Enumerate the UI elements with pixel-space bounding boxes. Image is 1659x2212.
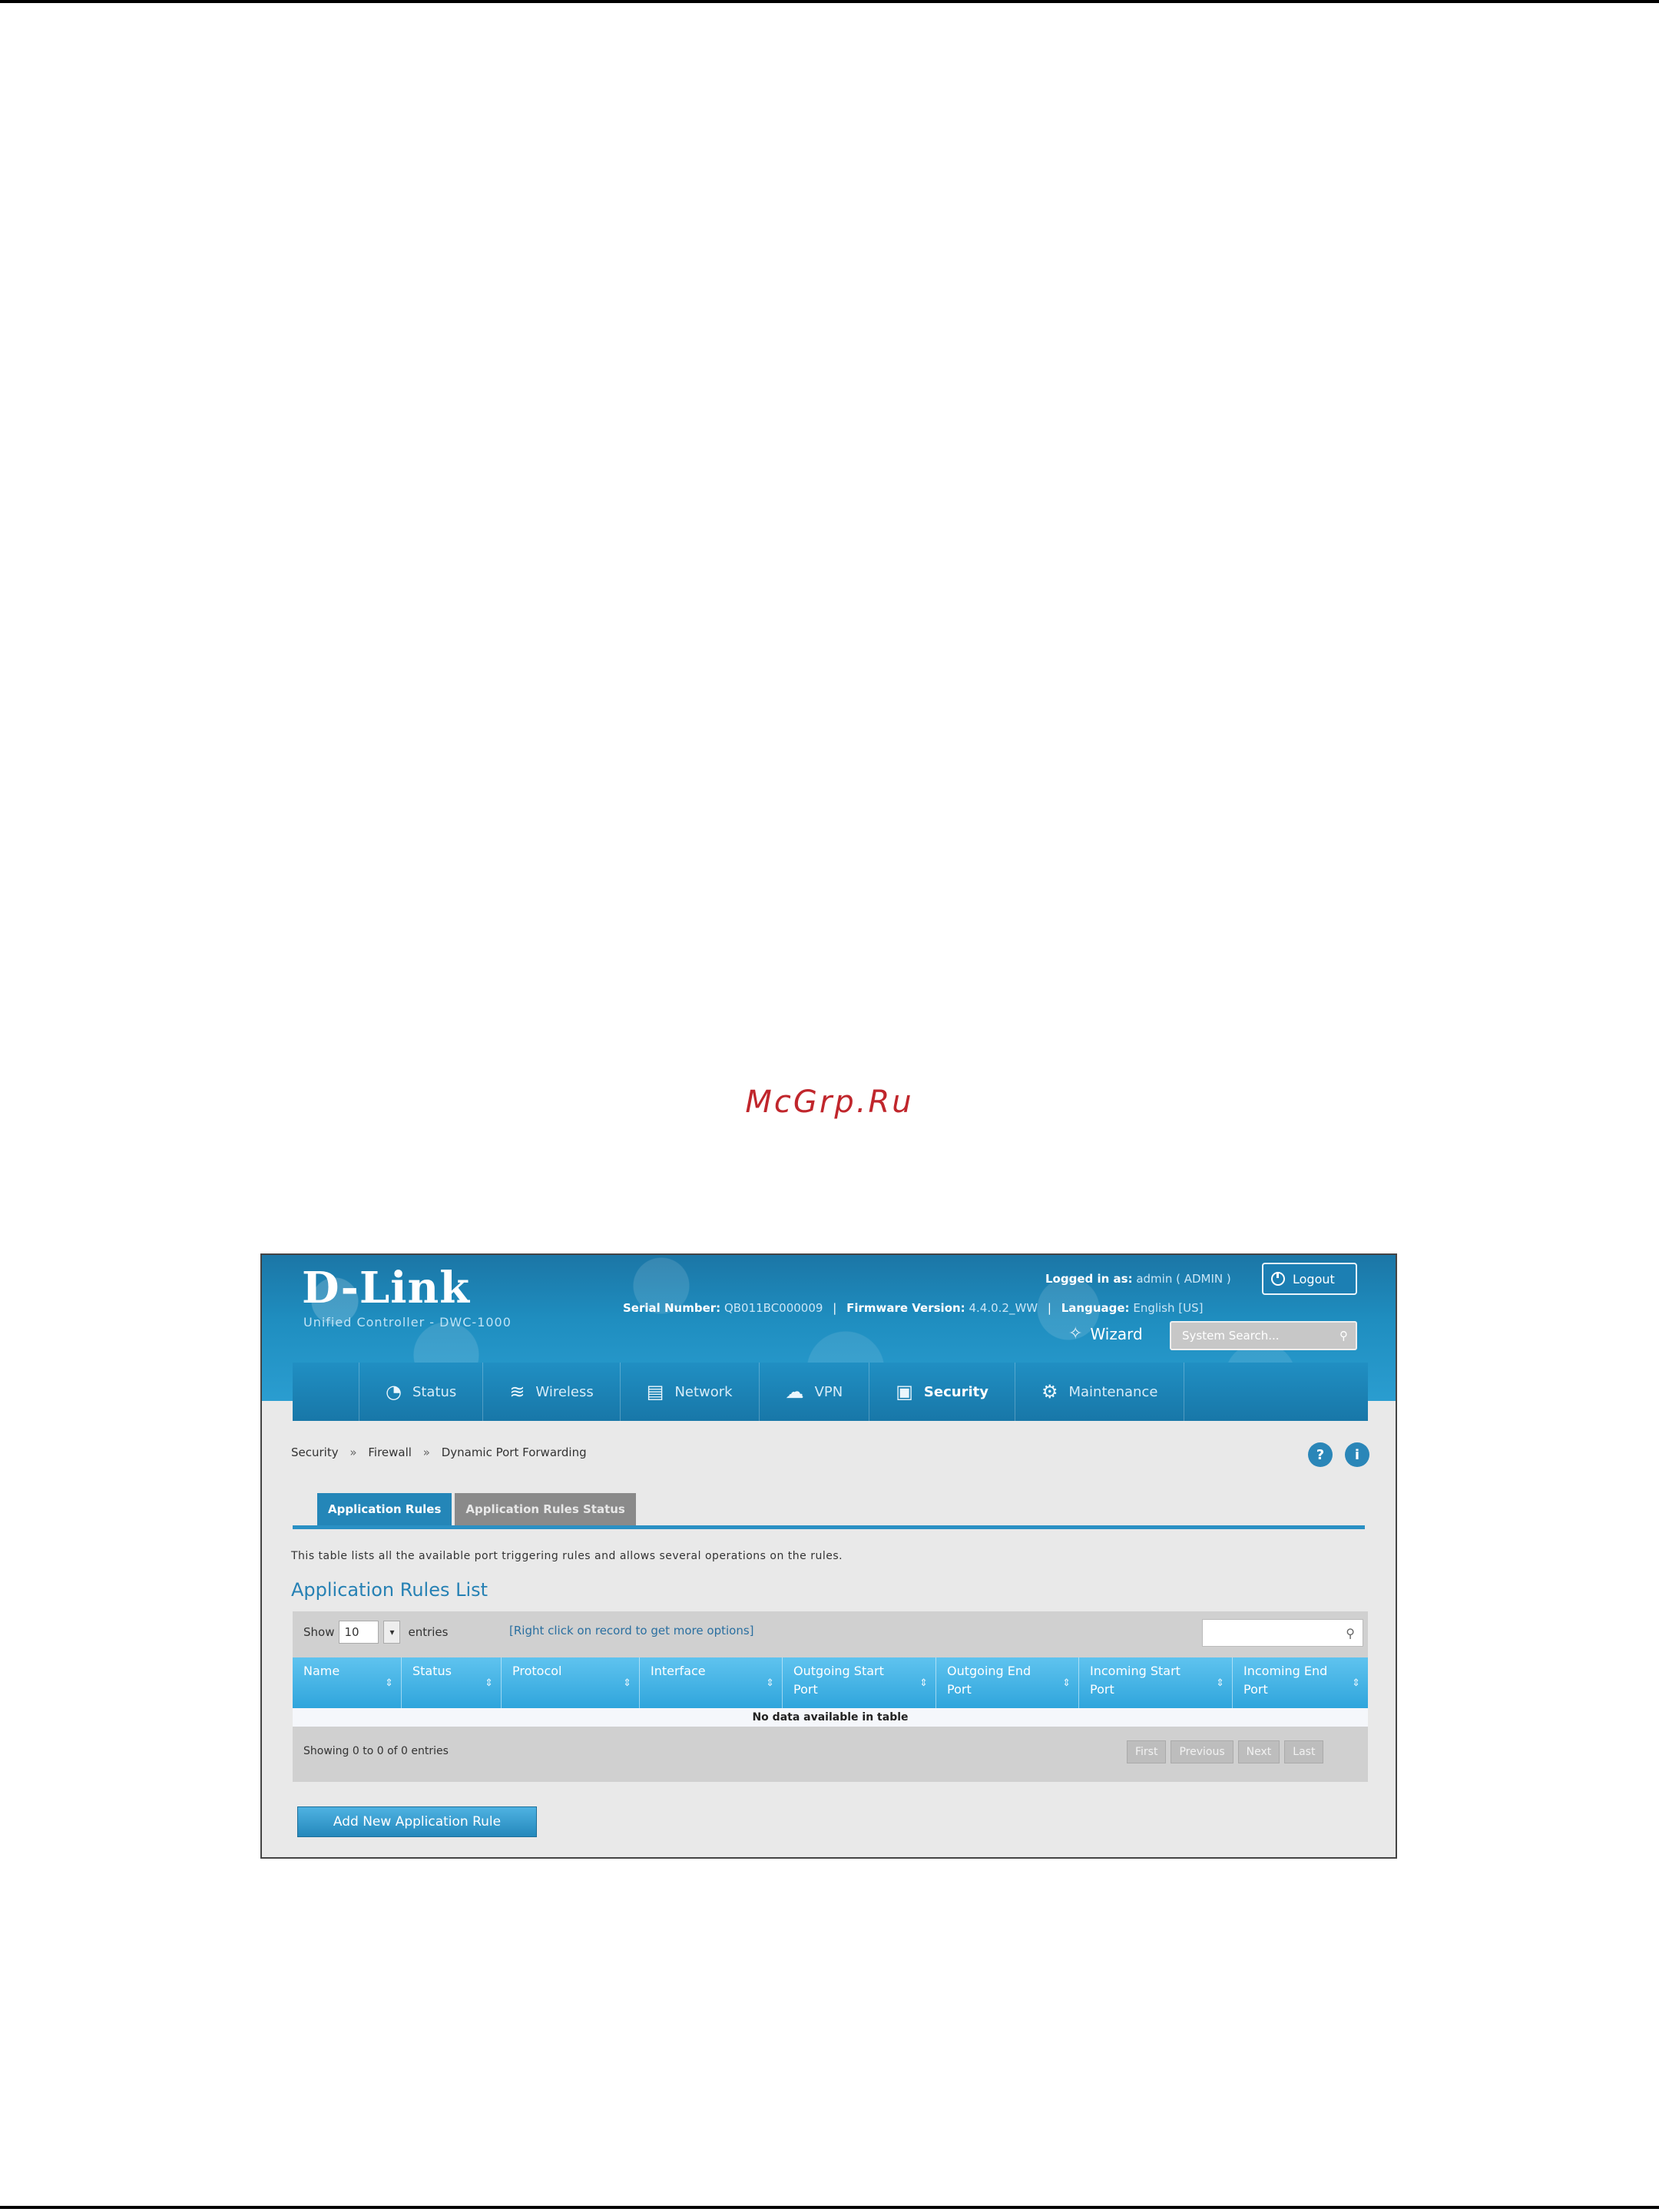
sort-icon: ⇕ bbox=[919, 1677, 928, 1689]
page-length-select[interactable]: 10 bbox=[339, 1621, 379, 1644]
server-icon: ▤ bbox=[646, 1381, 664, 1402]
sort-icon: ⇕ bbox=[485, 1677, 493, 1689]
table-panel: Show 10 ▾ entries [Right click on record… bbox=[293, 1611, 1368, 1782]
watermark: McGrp.Ru bbox=[745, 1084, 914, 1120]
breadcrumb-item[interactable]: Security bbox=[291, 1445, 339, 1459]
table-search-input[interactable]: ⚲ bbox=[1202, 1619, 1363, 1647]
column-header[interactable]: Incoming End Port ⇕ bbox=[1233, 1657, 1368, 1708]
list-title: Application Rules List bbox=[291, 1579, 488, 1601]
help-icon[interactable]: ? bbox=[1308, 1442, 1333, 1467]
sort-icon: ⇕ bbox=[1216, 1677, 1224, 1689]
sort-icon: ⇕ bbox=[385, 1677, 393, 1689]
table-info: Showing 0 to 0 of 0 entries bbox=[303, 1745, 449, 1757]
nav-maintenance[interactable]: ⚙ Maintenance bbox=[1015, 1363, 1185, 1421]
search-icon: ⚲ bbox=[1346, 1625, 1355, 1641]
product-subtitle: Unified Controller - DWC-1000 bbox=[303, 1315, 512, 1330]
column-header[interactable]: Interface ⇕ bbox=[640, 1657, 783, 1708]
firmware-label: Firmware Version: bbox=[846, 1301, 965, 1315]
logged-user[interactable]: admin ( ADMIN ) bbox=[1136, 1272, 1230, 1286]
breadcrumb-item[interactable]: Firewall bbox=[368, 1445, 412, 1459]
nav-wireless[interactable]: ≋ Wireless bbox=[483, 1363, 621, 1421]
nav-status[interactable]: ◔ Status bbox=[359, 1363, 484, 1421]
context-hint: [Right click on record to get more optio… bbox=[509, 1624, 754, 1637]
tab-bar: Application Rules Application Rules Stat… bbox=[317, 1493, 639, 1525]
column-header[interactable]: Incoming Start Port ⇕ bbox=[1079, 1657, 1233, 1708]
nav-network[interactable]: ▤ Network bbox=[621, 1363, 760, 1421]
logo: D-Link bbox=[302, 1263, 471, 1313]
language-label: Language: bbox=[1061, 1301, 1130, 1315]
column-header[interactable]: Outgoing Start Port ⇕ bbox=[783, 1657, 936, 1708]
sort-icon: ⇕ bbox=[1352, 1677, 1360, 1689]
add-application-rule-button[interactable]: Add New Application Rule bbox=[297, 1806, 537, 1837]
firmware-value: 4.4.0.2_WW bbox=[969, 1301, 1038, 1315]
logged-label: Logged in as: bbox=[1045, 1272, 1133, 1286]
bottom-rule bbox=[0, 2206, 1659, 2209]
column-header[interactable]: Name ⇕ bbox=[293, 1657, 402, 1708]
tab-underline bbox=[293, 1525, 1365, 1529]
gauge-icon: ◔ bbox=[386, 1381, 402, 1402]
sort-icon: ⇕ bbox=[1062, 1677, 1071, 1689]
chevron-down-icon[interactable]: ▾ bbox=[383, 1621, 401, 1644]
wand-icon: ✧ bbox=[1068, 1324, 1083, 1343]
serial-label: Serial Number: bbox=[623, 1301, 721, 1315]
screenshot-frame: D-Link Unified Controller - DWC-1000 Log… bbox=[260, 1253, 1397, 1859]
search-icon: ⚲ bbox=[1339, 1329, 1348, 1343]
login-info: Logged in as: admin ( ADMIN ) bbox=[1045, 1272, 1231, 1286]
gears-icon: ⚙ bbox=[1041, 1381, 1058, 1402]
wifi-icon: ≋ bbox=[509, 1381, 525, 1402]
sort-icon: ⇕ bbox=[623, 1677, 631, 1689]
pager-last-button[interactable]: Last bbox=[1284, 1740, 1324, 1763]
nav-vpn[interactable]: ☁ VPN bbox=[760, 1363, 870, 1421]
cloud-icon: ☁ bbox=[785, 1381, 804, 1402]
system-search-input[interactable]: System Search... ⚲ bbox=[1170, 1321, 1357, 1350]
header: D-Link Unified Controller - DWC-1000 Log… bbox=[262, 1255, 1396, 1421]
pager-previous-button[interactable]: Previous bbox=[1171, 1740, 1233, 1763]
wizard-label: Wizard bbox=[1090, 1324, 1143, 1343]
column-header[interactable]: Status ⇕ bbox=[402, 1657, 502, 1708]
logout-button[interactable]: Logout bbox=[1262, 1263, 1357, 1295]
table-header: Name ⇕ Status ⇕ Protocol ⇕ Interface ⇕ Outgo… bbox=[293, 1657, 1368, 1708]
system-search-placeholder: System Search... bbox=[1182, 1329, 1280, 1343]
wizard-link[interactable]: ✧ Wizard bbox=[1068, 1324, 1143, 1343]
top-rule bbox=[0, 0, 1659, 3]
breadcrumb-item: Dynamic Port Forwarding bbox=[441, 1445, 587, 1459]
column-header[interactable]: Protocol ⇕ bbox=[502, 1657, 640, 1708]
empty-table-message: No data available in table bbox=[293, 1708, 1368, 1727]
sort-icon: ⇕ bbox=[766, 1677, 774, 1689]
device-info: Serial Number: QB011BC000009 | Firmware … bbox=[623, 1301, 1204, 1315]
page-length-control: Show 10 ▾ entries bbox=[303, 1621, 448, 1644]
pager-next-button[interactable]: Next bbox=[1237, 1740, 1280, 1763]
nav-security[interactable]: ▣ Security bbox=[869, 1363, 1015, 1421]
power-icon bbox=[1271, 1272, 1285, 1286]
info-icon[interactable]: i bbox=[1345, 1442, 1369, 1467]
pagination: First Previous Next Last bbox=[1122, 1740, 1324, 1763]
tab-application-rules-status[interactable]: Application Rules Status bbox=[455, 1493, 636, 1525]
lock-icon: ▣ bbox=[896, 1381, 913, 1402]
logout-label: Logout bbox=[1293, 1271, 1335, 1286]
tab-application-rules[interactable]: Application Rules bbox=[317, 1493, 452, 1525]
serial-value: QB011BC000009 bbox=[724, 1301, 823, 1315]
breadcrumb: Security » Firewall » Dynamic Port Forwa… bbox=[291, 1445, 587, 1459]
column-header[interactable]: Outgoing End Port ⇕ bbox=[936, 1657, 1079, 1708]
page-description: This table lists all the available port … bbox=[291, 1550, 843, 1562]
pager-first-button[interactable]: First bbox=[1127, 1740, 1167, 1763]
language-value[interactable]: English [US] bbox=[1133, 1301, 1203, 1315]
main-nav: ◔ Status ≋ Wireless ▤ Network ☁ VPN ▣ Se… bbox=[293, 1363, 1368, 1421]
